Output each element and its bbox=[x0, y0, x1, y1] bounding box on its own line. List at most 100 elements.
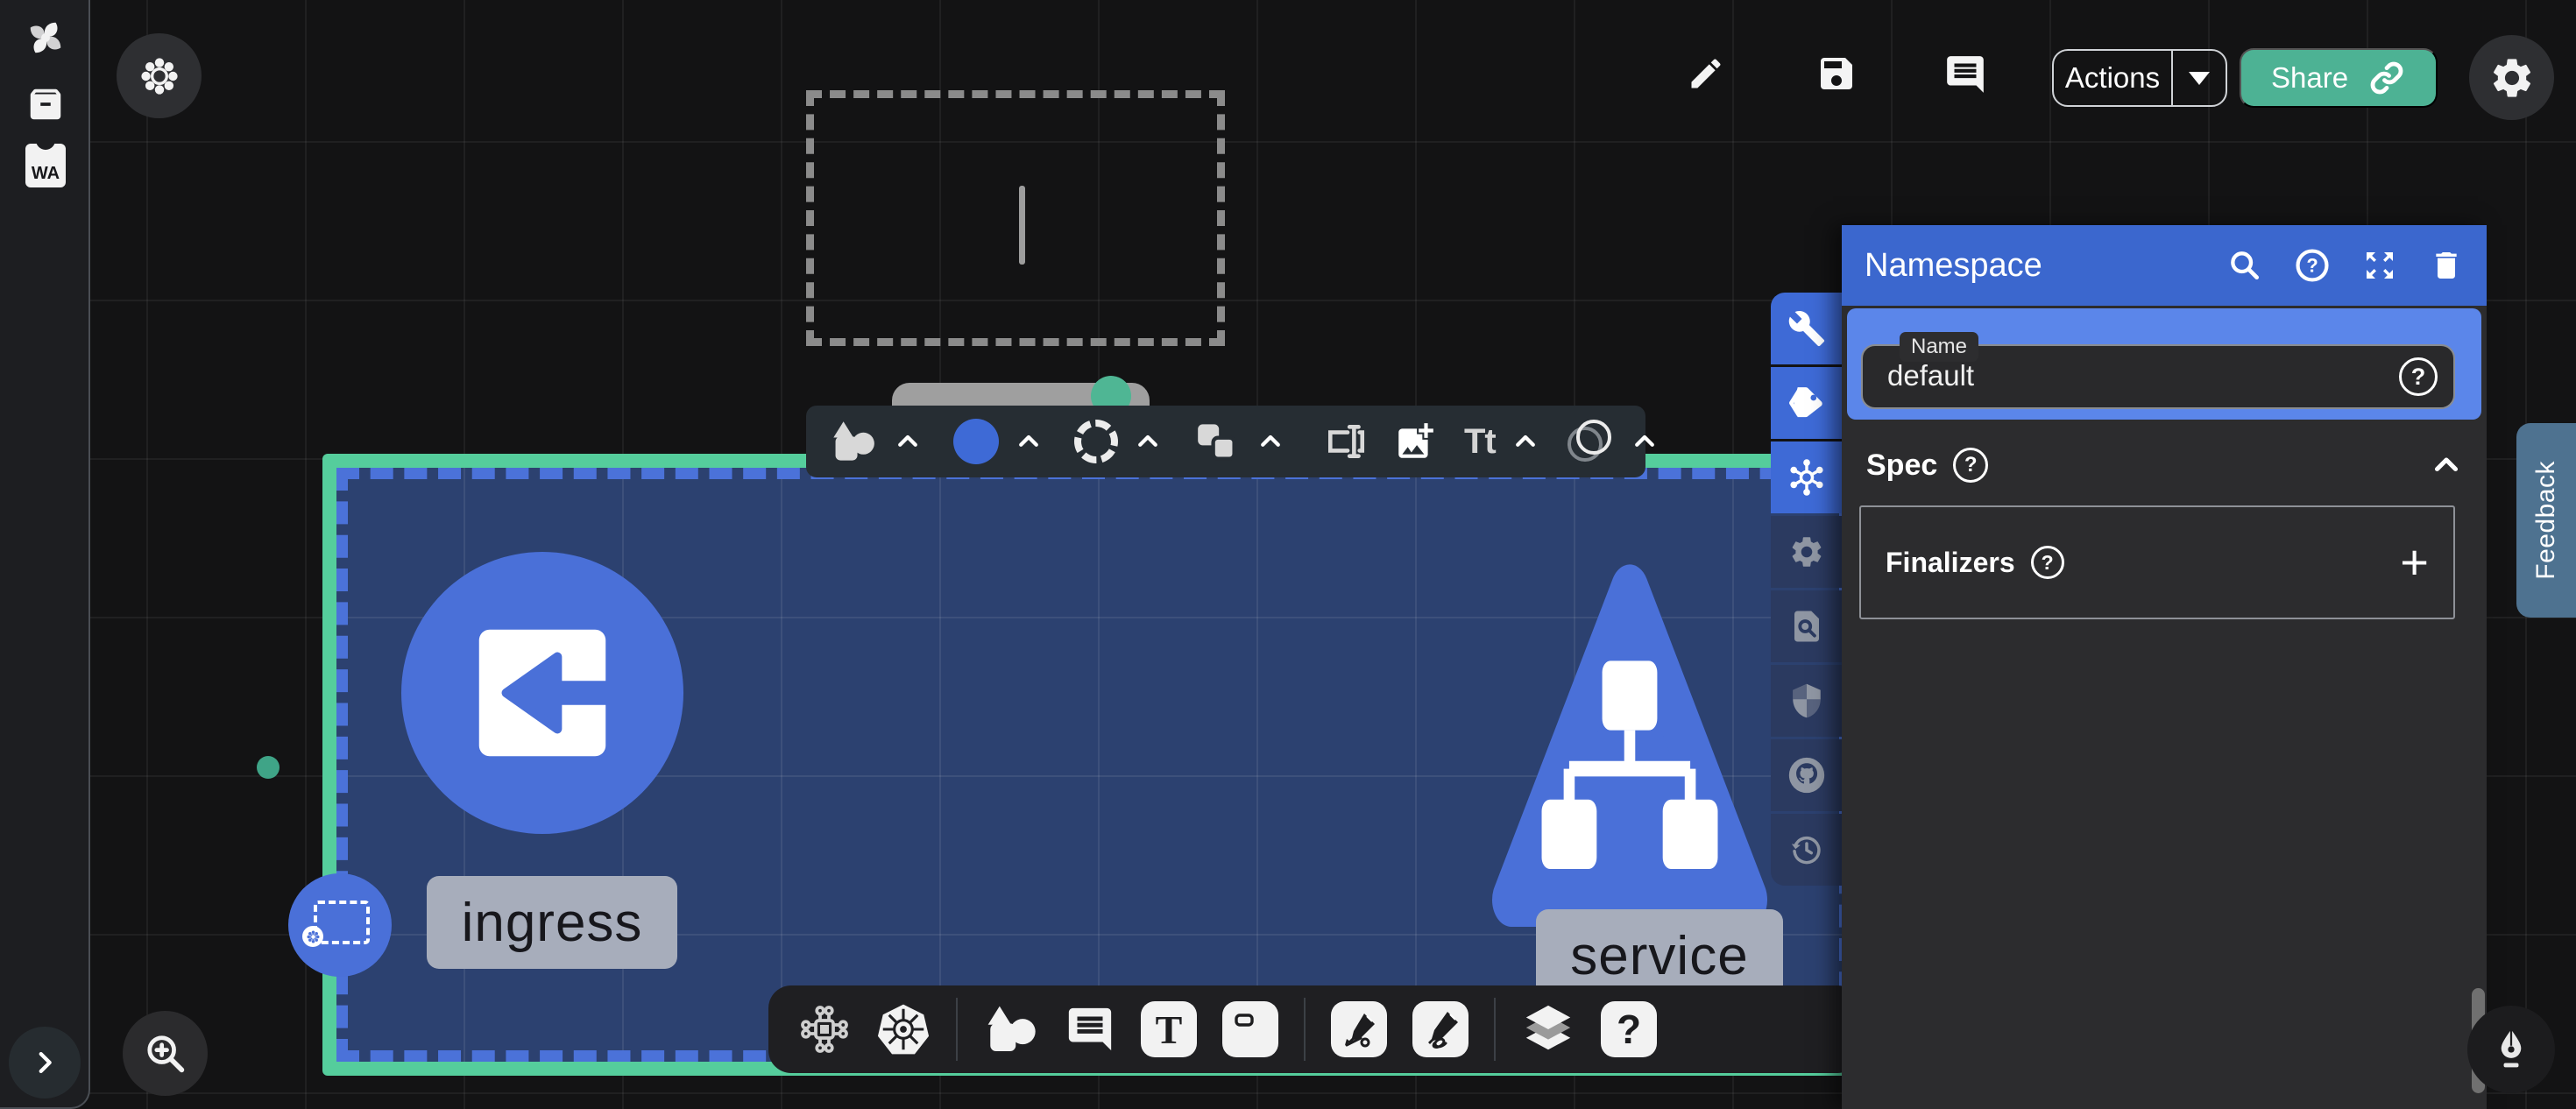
ingress-label-text: ingress bbox=[462, 892, 643, 954]
add-finalizer-button[interactable]: + bbox=[2400, 538, 2429, 587]
rename-button[interactable] bbox=[1324, 420, 1368, 463]
link-icon bbox=[2367, 59, 2406, 97]
pen-nib-icon bbox=[2494, 1028, 2529, 1070]
toolbar-divider bbox=[1494, 998, 1496, 1061]
fill-color-button[interactable] bbox=[953, 419, 999, 464]
edit-icon[interactable] bbox=[1687, 54, 1725, 93]
copy-style-chevron[interactable] bbox=[1257, 428, 1284, 455]
panel-tab-strip bbox=[1771, 293, 1842, 886]
chevron-up-icon bbox=[1135, 428, 1161, 455]
diagram-canvas[interactable]: WA Actions Share ingress bbox=[0, 0, 2576, 1109]
pencil-draw-tool[interactable] bbox=[1412, 1001, 1468, 1057]
panel-help-button[interactable] bbox=[2294, 247, 2331, 284]
text-icon: T bbox=[1141, 1001, 1197, 1057]
tab-github[interactable] bbox=[1771, 739, 1842, 811]
actions-label: Actions bbox=[2054, 51, 2171, 105]
comment-tool[interactable] bbox=[1065, 1004, 1115, 1055]
spec-collapse-button[interactable] bbox=[2431, 449, 2462, 481]
shapes-tool[interactable] bbox=[983, 1004, 1039, 1055]
mini-flower-icon bbox=[302, 926, 323, 947]
tab-history[interactable] bbox=[1771, 814, 1842, 886]
pen-nib-button[interactable] bbox=[2467, 1006, 2555, 1093]
panel-search-button[interactable] bbox=[2227, 248, 2262, 283]
stroke-style-icon bbox=[1074, 420, 1118, 463]
image-tool[interactable] bbox=[1222, 1001, 1278, 1057]
finalizers-label: Finalizers bbox=[1886, 547, 2015, 579]
add-image-button[interactable] bbox=[1393, 420, 1437, 463]
shapes-menu-chevron[interactable] bbox=[895, 428, 921, 455]
chevron-up-icon bbox=[2431, 449, 2462, 481]
feedback-tab[interactable]: Feedback bbox=[2516, 423, 2576, 618]
wa-sticker-icon[interactable]: WA bbox=[25, 144, 66, 187]
pending-textbox[interactable] bbox=[806, 90, 1225, 346]
share-label: Share bbox=[2271, 61, 2348, 95]
settings-button[interactable] bbox=[2469, 35, 2554, 120]
zoom-in-button[interactable] bbox=[123, 1011, 208, 1096]
opacity-chevron[interactable] bbox=[1631, 428, 1658, 455]
name-field[interactable]: Name default ? bbox=[1861, 344, 2455, 409]
typography-icon: Tt bbox=[1464, 422, 1496, 462]
anchor-dot[interactable] bbox=[257, 756, 280, 779]
finalizers-box: Finalizers ? + bbox=[1859, 505, 2455, 619]
kubernetes-icon bbox=[876, 1002, 931, 1056]
stroke-style-button[interactable] bbox=[1074, 420, 1118, 463]
tab-tools[interactable] bbox=[1771, 293, 1842, 364]
opacity-button[interactable] bbox=[1568, 420, 1615, 463]
network-hub-icon bbox=[1787, 457, 1827, 498]
shapes-icon bbox=[829, 420, 878, 463]
tab-preview[interactable] bbox=[1771, 590, 1842, 662]
flower-tool-button[interactable] bbox=[117, 33, 202, 118]
copy-style-button[interactable] bbox=[1193, 420, 1241, 463]
shape-palette-toolbar: T ? bbox=[768, 985, 1860, 1073]
namespace-group-badge[interactable] bbox=[288, 873, 392, 977]
pen-connector-icon bbox=[1331, 1001, 1387, 1057]
actions-button[interactable]: Actions bbox=[2052, 49, 2227, 107]
kubernetes-tool[interactable] bbox=[876, 1002, 931, 1056]
panel-header: Namespace bbox=[1842, 225, 2487, 306]
caret-down-icon bbox=[2189, 72, 2210, 85]
node-service[interactable] bbox=[1492, 561, 1767, 946]
typography-chevron[interactable] bbox=[1512, 428, 1539, 455]
panel-expand-button[interactable] bbox=[2362, 248, 2397, 283]
ingress-icon bbox=[467, 618, 618, 768]
rename-icon bbox=[1324, 420, 1368, 463]
tags-icon bbox=[1787, 384, 1827, 422]
search-icon bbox=[2227, 248, 2262, 283]
pen-connector-tool[interactable] bbox=[1331, 1001, 1387, 1057]
shapes-menu-button[interactable] bbox=[829, 420, 878, 463]
text-tool[interactable]: T bbox=[1141, 1001, 1197, 1057]
tab-resource[interactable] bbox=[1771, 441, 1842, 513]
spec-help-button[interactable]: ? bbox=[1953, 448, 1988, 483]
panel-title: Namespace bbox=[1865, 247, 2196, 285]
share-button[interactable]: Share bbox=[2240, 48, 2438, 108]
fill-color-chevron[interactable] bbox=[1016, 428, 1042, 455]
tab-security[interactable] bbox=[1771, 665, 1842, 737]
panel-delete-button[interactable] bbox=[2429, 248, 2464, 283]
tab-settings[interactable] bbox=[1771, 516, 1842, 588]
toolbar-divider bbox=[956, 998, 958, 1061]
help-icon: ? bbox=[1601, 1001, 1657, 1057]
chevron-up-icon bbox=[895, 428, 921, 455]
layers-tool[interactable] bbox=[1521, 1005, 1575, 1054]
help-icon bbox=[2294, 247, 2331, 284]
finalizers-help-button[interactable]: ? bbox=[2031, 546, 2064, 579]
archive-icon[interactable] bbox=[25, 84, 66, 124]
tab-labels[interactable] bbox=[1771, 367, 1842, 439]
chevron-up-icon bbox=[1016, 428, 1042, 455]
fill-color-swatch bbox=[953, 419, 999, 464]
left-sidebar: WA bbox=[0, 0, 90, 1109]
help-tool[interactable]: ? bbox=[1601, 1001, 1657, 1057]
comment-icon[interactable] bbox=[1943, 53, 1987, 96]
spec-section-header[interactable]: Spec ? bbox=[1866, 441, 2462, 490]
chevron-up-icon bbox=[1512, 428, 1539, 455]
brand-swirl-icon[interactable] bbox=[25, 18, 66, 58]
node-ingress[interactable] bbox=[401, 552, 683, 834]
ingress-label[interactable]: ingress bbox=[427, 876, 677, 969]
actions-dropdown[interactable] bbox=[2173, 51, 2226, 105]
stroke-style-chevron[interactable] bbox=[1135, 428, 1161, 455]
circuit-tool[interactable] bbox=[798, 1003, 851, 1056]
save-icon[interactable] bbox=[1815, 53, 1858, 95]
sidebar-expand-button[interactable] bbox=[9, 1027, 81, 1098]
name-help-button[interactable]: ? bbox=[2399, 357, 2438, 396]
typography-button[interactable]: Tt bbox=[1464, 422, 1496, 462]
